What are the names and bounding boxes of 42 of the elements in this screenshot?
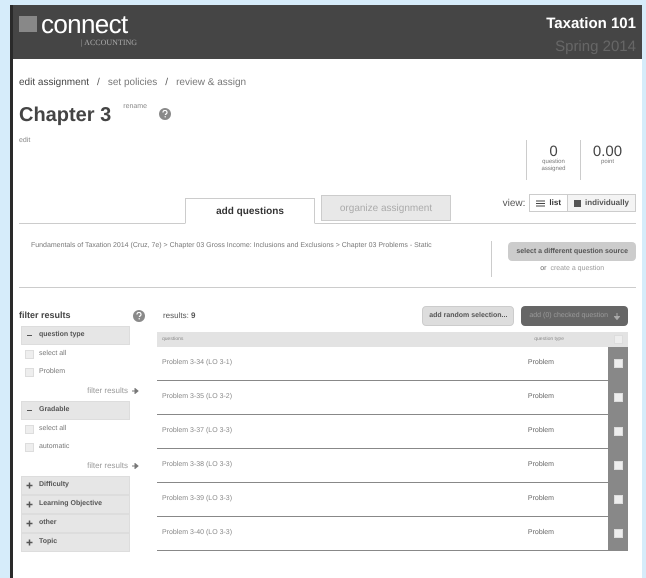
plus-icon <box>26 520 33 527</box>
filter-results-link[interactable]: filter results <box>87 381 139 401</box>
square-icon <box>574 200 581 206</box>
arrow-icon <box>132 463 139 469</box>
step-link[interactable]: review & assign <box>176 74 246 90</box>
brand-logo: connect <box>41 13 128 35</box>
view-label: view: <box>502 196 526 210</box>
view-toggle[interactable]: individually <box>566 195 635 211</box>
breadcrumb-separator: / <box>165 76 168 90</box>
checkbox[interactable] <box>614 495 622 504</box>
filter-results-link[interactable]: filter results <box>87 456 139 476</box>
checkbox[interactable] <box>614 461 622 470</box>
plus-icon <box>26 539 33 546</box>
step-link[interactable]: edit assignment <box>19 74 90 90</box>
minus-icon <box>26 332 33 339</box>
logo-icon <box>19 16 37 32</box>
minus-icon <box>26 407 33 414</box>
plus-icon <box>26 482 33 489</box>
counter-value: 0.00 <box>592 144 622 159</box>
results-count: results: 9 <box>163 310 196 322</box>
brand-subtitle: | ACCOUNTING <box>81 37 138 49</box>
plus-icon <box>26 501 33 508</box>
checkbox[interactable] <box>614 393 622 402</box>
help-icon[interactable] <box>133 310 145 322</box>
checkbox[interactable] <box>614 529 622 538</box>
checkbox[interactable] <box>614 359 622 368</box>
counter-value: 0 <box>549 144 558 159</box>
list-icon <box>536 200 546 206</box>
arrow-icon <box>132 388 139 394</box>
checkbox[interactable] <box>614 427 622 436</box>
checkbox[interactable] <box>25 424 34 434</box>
course-title: Taxation 101 <box>546 14 636 34</box>
checkbox[interactable] <box>25 350 34 358</box>
download-icon <box>614 312 620 320</box>
filter-title: filter results <box>19 309 71 322</box>
help-icon[interactable] <box>158 108 171 120</box>
checkbox[interactable] <box>25 368 34 376</box>
tab[interactable]: add questions <box>185 198 315 224</box>
assignment-title: Chapter 3 <box>19 103 112 128</box>
breadcrumb-separator: / <box>97 76 100 90</box>
checkbox[interactable] <box>25 442 34 452</box>
step-link[interactable]: set policies <box>108 74 158 90</box>
